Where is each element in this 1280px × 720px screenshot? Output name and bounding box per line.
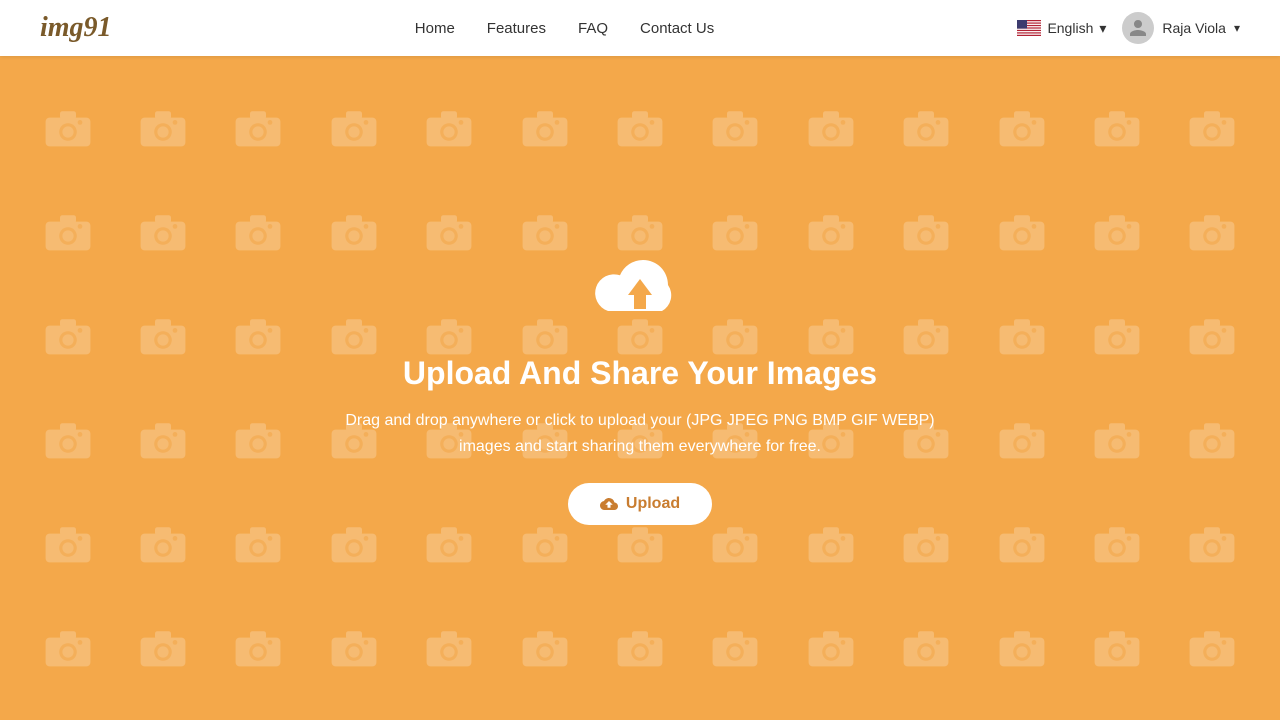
camera-bg-icon <box>783 596 878 700</box>
language-chevron: ▾ <box>1099 20 1106 37</box>
camera-bg-icon <box>115 492 210 596</box>
camera-bg-icon <box>1069 388 1164 492</box>
camera-bg-icon <box>1069 492 1164 596</box>
user-chevron: ▾ <box>1234 21 1240 35</box>
camera-bg-icon <box>211 284 306 388</box>
camera-bg-icon <box>402 596 497 700</box>
camera-bg-icon <box>20 492 115 596</box>
camera-bg-icon <box>592 76 687 180</box>
logo[interactable]: img91 <box>40 12 112 44</box>
avatar-icon <box>1128 18 1148 38</box>
camera-bg-icon <box>306 596 401 700</box>
camera-bg-icon <box>592 596 687 700</box>
camera-bg-icon <box>974 596 1069 700</box>
camera-bg-icon <box>115 388 210 492</box>
camera-bg-icon <box>688 76 783 180</box>
camera-bg-icon <box>211 76 306 180</box>
hero-section: Upload And Share Your Images Drag and dr… <box>0 56 1280 720</box>
upload-btn-label: Upload <box>626 495 680 513</box>
camera-bg-icon <box>115 180 210 284</box>
camera-bg-icon <box>20 180 115 284</box>
camera-bg-icon <box>1069 284 1164 388</box>
nav-right: English ▾ Raja Viola ▾ <box>1017 12 1240 44</box>
camera-bg-icon <box>115 284 210 388</box>
camera-bg-icon <box>497 596 592 700</box>
camera-bg-icon <box>1165 492 1260 596</box>
navbar: img91 Home Features FAQ Contact Us Engli… <box>0 0 1280 56</box>
hero-content: Upload And Share Your Images Drag and dr… <box>340 251 940 525</box>
camera-bg-icon <box>783 76 878 180</box>
camera-bg-icon <box>306 76 401 180</box>
camera-bg-icon <box>974 76 1069 180</box>
camera-bg-icon <box>974 492 1069 596</box>
camera-bg-icon <box>20 596 115 700</box>
camera-bg-icon <box>974 284 1069 388</box>
camera-bg-icon <box>1069 180 1164 284</box>
camera-bg-icon <box>974 388 1069 492</box>
flag-icon <box>1017 20 1041 36</box>
user-name: Raja Viola <box>1162 20 1226 36</box>
camera-bg-icon <box>1069 596 1164 700</box>
camera-bg-icon <box>1165 76 1260 180</box>
upload-button[interactable]: Upload <box>568 483 712 525</box>
nav-contact[interactable]: Contact Us <box>640 20 714 37</box>
language-label: English <box>1047 20 1093 36</box>
user-menu[interactable]: Raja Viola ▾ <box>1122 12 1240 44</box>
hero-subtitle: Drag and drop anywhere or click to uploa… <box>340 408 940 459</box>
camera-bg-icon <box>1165 284 1260 388</box>
camera-bg-icon <box>1069 76 1164 180</box>
camera-bg-icon <box>878 76 973 180</box>
user-avatar <box>1122 12 1154 44</box>
camera-bg-icon <box>115 596 210 700</box>
upload-btn-icon <box>600 495 618 513</box>
nav-features[interactable]: Features <box>487 20 546 37</box>
camera-bg-icon <box>402 76 497 180</box>
camera-bg-icon <box>688 596 783 700</box>
camera-bg-icon <box>115 76 210 180</box>
camera-bg-icon <box>974 180 1069 284</box>
camera-bg-icon <box>20 388 115 492</box>
camera-bg-icon <box>878 596 973 700</box>
nav-links: Home Features FAQ Contact Us <box>415 20 714 37</box>
camera-bg-icon <box>20 76 115 180</box>
language-selector[interactable]: English ▾ <box>1017 20 1106 37</box>
upload-cloud-icon <box>590 251 690 331</box>
nav-faq[interactable]: FAQ <box>578 20 608 37</box>
camera-bg-icon <box>211 180 306 284</box>
nav-home[interactable]: Home <box>415 20 455 37</box>
camera-bg-icon <box>211 492 306 596</box>
camera-bg-icon <box>1165 180 1260 284</box>
camera-bg-icon <box>20 284 115 388</box>
camera-bg-icon <box>211 388 306 492</box>
camera-bg-icon <box>497 76 592 180</box>
upload-arrow-icon <box>600 495 618 513</box>
camera-bg-icon <box>1165 388 1260 492</box>
camera-bg-icon <box>1165 596 1260 700</box>
camera-bg-icon <box>211 596 306 700</box>
hero-title: Upload And Share Your Images <box>403 355 877 392</box>
logo-text: img91 <box>40 12 112 43</box>
